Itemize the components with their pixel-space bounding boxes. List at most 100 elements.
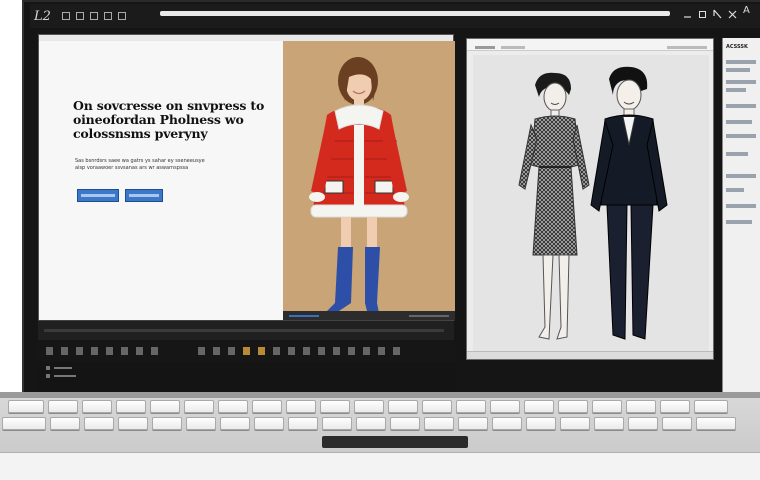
tool-icon[interactable] (213, 347, 220, 355)
key[interactable] (422, 400, 452, 413)
key[interactable] (84, 417, 114, 430)
primary-button[interactable] (77, 189, 119, 202)
tool-icon[interactable] (363, 347, 370, 355)
tools-icon[interactable] (104, 12, 112, 20)
tool-icon[interactable] (378, 347, 385, 355)
article-headline: On sovcresse on snvpress to oineofordan … (73, 98, 265, 141)
key[interactable] (186, 417, 216, 430)
key[interactable] (354, 400, 384, 413)
key[interactable] (388, 400, 418, 413)
key[interactable] (628, 417, 658, 430)
tool-icon[interactable] (106, 347, 113, 355)
key[interactable] (286, 400, 316, 413)
tool-icon[interactable] (348, 347, 355, 355)
key[interactable] (492, 417, 522, 430)
key[interactable] (218, 400, 248, 413)
highlight-tool-icon[interactable] (258, 347, 265, 355)
article-body: Sas bsnrdsrs saee wa gatrs ys sahar ey s… (75, 158, 271, 172)
tool-palette (38, 340, 456, 362)
fashion-photo-red-coat (283, 41, 455, 321)
side-panel-row[interactable] (726, 80, 756, 84)
key[interactable] (694, 400, 728, 413)
fashion-sketch-canvas (473, 55, 709, 351)
side-panel-header: ACSSSK (726, 44, 748, 50)
key[interactable] (322, 417, 352, 430)
tool-icon[interactable] (318, 347, 325, 355)
address-bar[interactable] (160, 11, 670, 16)
key[interactable] (524, 400, 554, 413)
key[interactable] (660, 400, 690, 413)
side-panel-row[interactable] (726, 60, 756, 64)
view-icon[interactable] (118, 12, 126, 20)
key[interactable] (526, 417, 556, 430)
side-panel-row[interactable] (726, 220, 752, 224)
key-row (8, 400, 728, 413)
text-icon[interactable]: A (743, 5, 752, 16)
side-panel-row[interactable] (726, 174, 756, 178)
tool-icon[interactable] (151, 347, 158, 355)
right-image-viewer-window (466, 38, 714, 360)
tool-icon[interactable] (136, 347, 143, 355)
key[interactable] (8, 400, 44, 413)
minimize-icon[interactable] (683, 5, 692, 18)
layout-icon[interactable] (76, 12, 84, 20)
key[interactable] (252, 400, 282, 413)
key[interactable] (456, 400, 486, 413)
tool-icon[interactable] (91, 347, 98, 355)
key[interactable] (254, 417, 284, 430)
key[interactable] (662, 417, 692, 430)
key[interactable] (424, 417, 454, 430)
tool-icon[interactable] (76, 347, 83, 355)
key[interactable] (116, 400, 146, 413)
key[interactable] (390, 417, 420, 430)
key[interactable] (82, 400, 112, 413)
tool-icon[interactable] (393, 347, 400, 355)
side-panel-row[interactable] (726, 204, 756, 208)
key[interactable] (592, 400, 622, 413)
maximize-icon[interactable] (698, 5, 707, 18)
tool-icon[interactable] (288, 347, 295, 355)
key[interactable] (626, 400, 656, 413)
close-icon[interactable] (728, 5, 737, 19)
tool-icon[interactable] (333, 347, 340, 355)
key[interactable] (356, 417, 386, 430)
key[interactable] (184, 400, 214, 413)
key[interactable] (458, 417, 488, 430)
tool-icon[interactable] (61, 347, 68, 355)
menu-icon[interactable] (62, 12, 70, 20)
key[interactable] (150, 400, 180, 413)
tool-icon[interactable] (198, 347, 205, 355)
key[interactable] (490, 400, 520, 413)
key[interactable] (560, 417, 590, 430)
secondary-button[interactable] (125, 189, 163, 202)
pointer-icon[interactable] (713, 5, 722, 19)
highlight-tool-icon[interactable] (243, 347, 250, 355)
key[interactable] (152, 417, 182, 430)
side-panel-row[interactable] (726, 68, 750, 72)
side-panel-row[interactable] (726, 152, 748, 156)
side-panel-row[interactable] (726, 188, 744, 192)
figure-checked-dress (518, 72, 590, 340)
tool-icon[interactable] (46, 347, 53, 355)
side-panel-row[interactable] (726, 104, 756, 108)
side-panel-row[interactable] (726, 134, 756, 138)
timeline-bar[interactable] (38, 320, 454, 340)
tool-icon[interactable] (303, 347, 310, 355)
grid-icon[interactable] (90, 12, 98, 20)
key[interactable] (2, 417, 46, 430)
key[interactable] (50, 417, 80, 430)
key[interactable] (558, 400, 588, 413)
key[interactable] (594, 417, 624, 430)
side-panel-row[interactable] (726, 120, 752, 124)
tool-icon[interactable] (121, 347, 128, 355)
key[interactable] (48, 400, 78, 413)
key[interactable] (288, 417, 318, 430)
tool-icon[interactable] (273, 347, 280, 355)
key[interactable] (696, 417, 736, 430)
side-panel-row[interactable] (726, 88, 746, 92)
key[interactable] (320, 400, 350, 413)
key[interactable] (118, 417, 148, 430)
key[interactable] (220, 417, 250, 430)
tool-icon[interactable] (228, 347, 235, 355)
article-line: Sas bsnrdsrs saee wa gatrs ys sahar ey s… (75, 158, 205, 164)
